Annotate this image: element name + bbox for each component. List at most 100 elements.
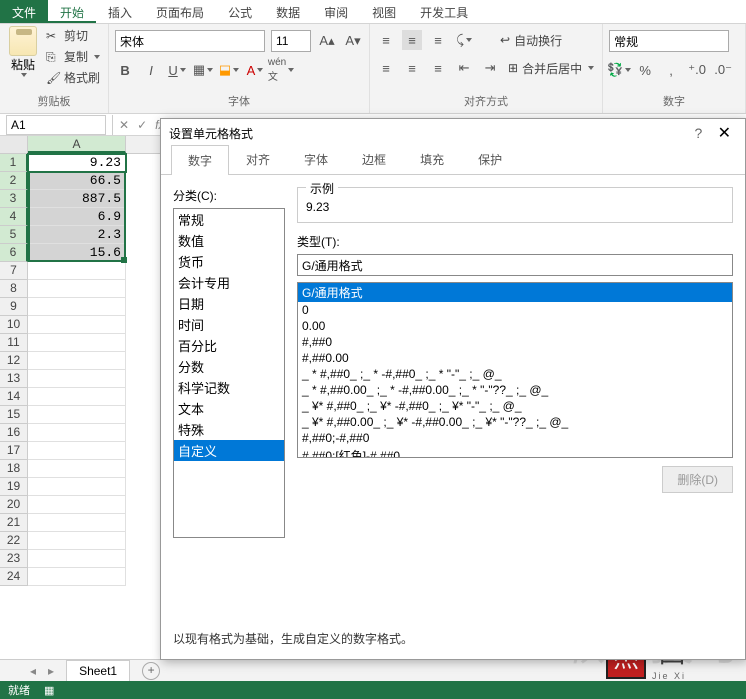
underline-button[interactable]: U [167,60,187,80]
tab-review[interactable]: 审阅 [312,0,360,23]
row-header[interactable]: 1 [0,154,28,172]
cell[interactable] [28,262,126,280]
font-color-button[interactable]: A [245,60,265,80]
type-item[interactable]: #,##0;[红色]-#,##0 [298,446,732,458]
cell[interactable] [28,568,126,586]
row-header[interactable]: 22 [0,532,28,550]
tab-view[interactable]: 视图 [360,0,408,23]
indent-increase-icon[interactable]: ⇥ [480,58,500,78]
category-item[interactable]: 常规 [174,209,284,230]
row-header[interactable]: 9 [0,298,28,316]
category-list[interactable]: 常规数值货币会计专用日期时间百分比分数科学记数文本特殊自定义 [173,208,285,538]
cancel-icon[interactable]: ✕ [119,118,129,132]
dlg-tab-border[interactable]: 边框 [345,144,403,174]
align-bottom-icon[interactable]: ≡ [428,30,448,50]
row-header[interactable]: 12 [0,352,28,370]
cells-area[interactable]: 9.23 66.5 887.5 6.9 2.3 15.6 [28,154,126,586]
font-size-select[interactable] [271,30,311,52]
category-item[interactable]: 货币 [174,251,284,272]
row-header[interactable]: 2 [0,172,28,190]
cell[interactable] [28,460,126,478]
tab-home[interactable]: 开始 [48,0,96,23]
row-header[interactable]: 8 [0,280,28,298]
row-header[interactable]: 6 [0,244,28,262]
add-sheet-button[interactable]: + [142,662,160,680]
row-header[interactable]: 21 [0,514,28,532]
align-center-icon[interactable]: ≡ [402,58,422,78]
align-right-icon[interactable]: ≡ [428,58,448,78]
row-header[interactable]: 15 [0,406,28,424]
type-item[interactable]: 0.00 [298,318,732,334]
row-header[interactable]: 7 [0,262,28,280]
row-header[interactable]: 24 [0,568,28,586]
tab-dev[interactable]: 开发工具 [408,0,480,23]
type-item[interactable]: _ ¥* #,##0_ ;_ ¥* -#,##0_ ;_ ¥* "-"_ ;_ … [298,398,732,414]
row-header[interactable]: 10 [0,316,28,334]
font-family-select[interactable] [115,30,265,52]
italic-button[interactable]: I [141,60,161,80]
delete-button[interactable]: 删除(D) [662,466,733,493]
cell-a6[interactable]: 15.6 [28,244,126,262]
orientation-icon[interactable]: ⤹ [454,30,474,50]
fill-color-button[interactable]: ⬓ [219,60,239,80]
cell-a2[interactable]: 66.5 [28,172,126,190]
type-item[interactable]: _ * #,##0_ ;_ * -#,##0_ ;_ * "-"_ ;_ @_ [298,366,732,382]
cell-a4[interactable]: 6.9 [28,208,126,226]
category-item[interactable]: 科学记数 [174,377,284,398]
category-item[interactable]: 时间 [174,314,284,335]
dlg-tab-align[interactable]: 对齐 [229,144,287,174]
paste-button[interactable]: 粘贴 [6,26,40,77]
cell[interactable] [28,550,126,568]
tab-data[interactable]: 数据 [264,0,312,23]
align-middle-icon[interactable]: ≡ [402,30,422,50]
increase-decimal-icon[interactable]: ⁺.0 [687,60,707,80]
category-item[interactable]: 日期 [174,293,284,314]
category-item[interactable]: 自定义 [174,440,284,461]
row-header[interactable]: 13 [0,370,28,388]
copy-button[interactable]: ⎘复制 [44,47,102,66]
sheet-nav-next-icon[interactable]: ▸ [48,664,54,678]
cell-a1[interactable]: 9.23 [28,154,126,172]
close-button[interactable]: ✕ [712,125,737,142]
align-left-icon[interactable]: ≡ [376,58,396,78]
accounting-format-icon[interactable]: 💱 [609,60,629,80]
enter-icon[interactable]: ✓ [137,118,147,132]
cell[interactable] [28,532,126,550]
decrease-decimal-icon[interactable]: .0⁻ [713,60,733,80]
category-item[interactable]: 会计专用 [174,272,284,293]
type-item[interactable]: #,##0 [298,334,732,350]
sheet-tab-1[interactable]: Sheet1 [66,660,130,681]
row-header[interactable]: 19 [0,478,28,496]
cell[interactable] [28,280,126,298]
tab-insert[interactable]: 插入 [96,0,144,23]
cell[interactable] [28,388,126,406]
type-item[interactable]: G/通用格式 [298,283,732,302]
row-header[interactable]: 18 [0,460,28,478]
help-button[interactable]: ? [688,125,708,141]
row-header[interactable]: 5 [0,226,28,244]
category-item[interactable]: 分数 [174,356,284,377]
category-item[interactable]: 特殊 [174,419,284,440]
row-header[interactable]: 16 [0,424,28,442]
cell-a5[interactable]: 2.3 [28,226,126,244]
row-header[interactable]: 17 [0,442,28,460]
type-input[interactable] [297,254,733,276]
cell[interactable] [28,478,126,496]
bold-button[interactable]: B [115,60,135,80]
tab-file[interactable]: 文件 [0,0,48,23]
tab-formula[interactable]: 公式 [216,0,264,23]
cell[interactable] [28,424,126,442]
type-item[interactable]: #,##0;-#,##0 [298,430,732,446]
align-top-icon[interactable]: ≡ [376,30,396,50]
select-all-corner[interactable] [0,136,28,153]
indent-decrease-icon[interactable]: ⇤ [454,58,474,78]
type-item[interactable]: 0 [298,302,732,318]
dlg-tab-number[interactable]: 数字 [171,145,229,175]
dialog-title-bar[interactable]: 设置单元格格式 ? ✕ [161,119,745,147]
cell[interactable] [28,370,126,388]
row-header[interactable]: 3 [0,190,28,208]
dlg-tab-fill[interactable]: 填充 [403,144,461,174]
row-header[interactable]: 14 [0,388,28,406]
cell[interactable] [28,316,126,334]
cell[interactable] [28,334,126,352]
